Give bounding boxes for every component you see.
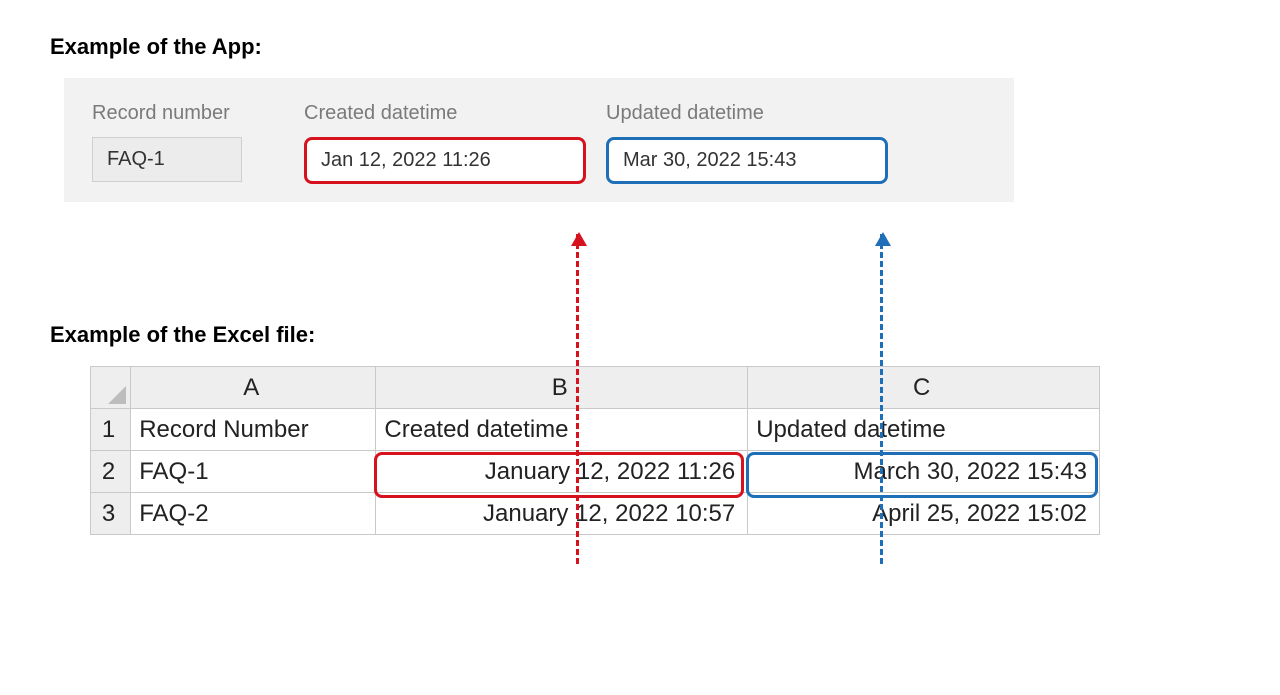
excel-col-header-row: A B C xyxy=(91,367,1100,409)
app-values-row: FAQ-1 Jan 12, 2022 11:26 Mar 30, 2022 15… xyxy=(92,137,986,184)
cell-A1[interactable]: Record Number xyxy=(131,409,376,451)
cell-B1[interactable]: Created datetime xyxy=(376,409,748,451)
label-created-datetime: Created datetime xyxy=(304,102,584,125)
col-header-A[interactable]: A xyxy=(131,367,376,409)
cell-A2[interactable]: FAQ-1 xyxy=(131,451,376,493)
row-header-1[interactable]: 1 xyxy=(91,409,131,451)
table-row: 1 Record Number Created datetime Updated… xyxy=(91,409,1100,451)
table-row: 2 FAQ-1 January 12, 2022 11:26 March 30,… xyxy=(91,451,1100,493)
excel-table: A B C 1 Record Number Created datetime U… xyxy=(90,366,1100,535)
row-header-3[interactable]: 3 xyxy=(91,493,131,535)
cell-B3[interactable]: January 12, 2022 10:57 xyxy=(376,493,748,535)
cell-C1[interactable]: Updated datetime xyxy=(748,409,1100,451)
col-header-C[interactable]: C xyxy=(748,367,1100,409)
select-all-triangle-icon xyxy=(108,386,126,404)
page: Example of the App: Record number Create… xyxy=(50,34,1230,535)
value-created-datetime-highlight-red: Jan 12, 2022 11:26 xyxy=(304,137,586,184)
cell-B2[interactable]: January 12, 2022 11:26 xyxy=(376,451,748,493)
col-header-B[interactable]: B xyxy=(376,367,748,409)
heading-app: Example of the App: xyxy=(50,34,1230,60)
row-header-2[interactable]: 2 xyxy=(91,451,131,493)
table-row: 3 FAQ-2 January 12, 2022 10:57 April 25,… xyxy=(91,493,1100,535)
app-labels-row: Record number Created datetime Updated d… xyxy=(92,102,986,137)
arrow-head-blue-icon xyxy=(875,232,891,246)
label-updated-datetime: Updated datetime xyxy=(606,102,886,125)
value-updated-datetime-highlight-blue: Mar 30, 2022 15:43 xyxy=(606,137,888,184)
excel-wrap: A B C 1 Record Number Created datetime U… xyxy=(90,366,1100,535)
app-panel: Record number Created datetime Updated d… xyxy=(64,78,1014,202)
arrow-head-red-icon xyxy=(571,232,587,246)
cell-A3[interactable]: FAQ-2 xyxy=(131,493,376,535)
value-record-number: FAQ-1 xyxy=(92,137,242,182)
label-record-number: Record number xyxy=(92,102,282,125)
heading-excel: Example of the Excel file: xyxy=(50,322,1230,348)
excel-select-all-corner[interactable] xyxy=(91,367,131,409)
cell-C3[interactable]: April 25, 2022 15:02 xyxy=(748,493,1100,535)
cell-C2[interactable]: March 30, 2022 15:43 xyxy=(748,451,1100,493)
